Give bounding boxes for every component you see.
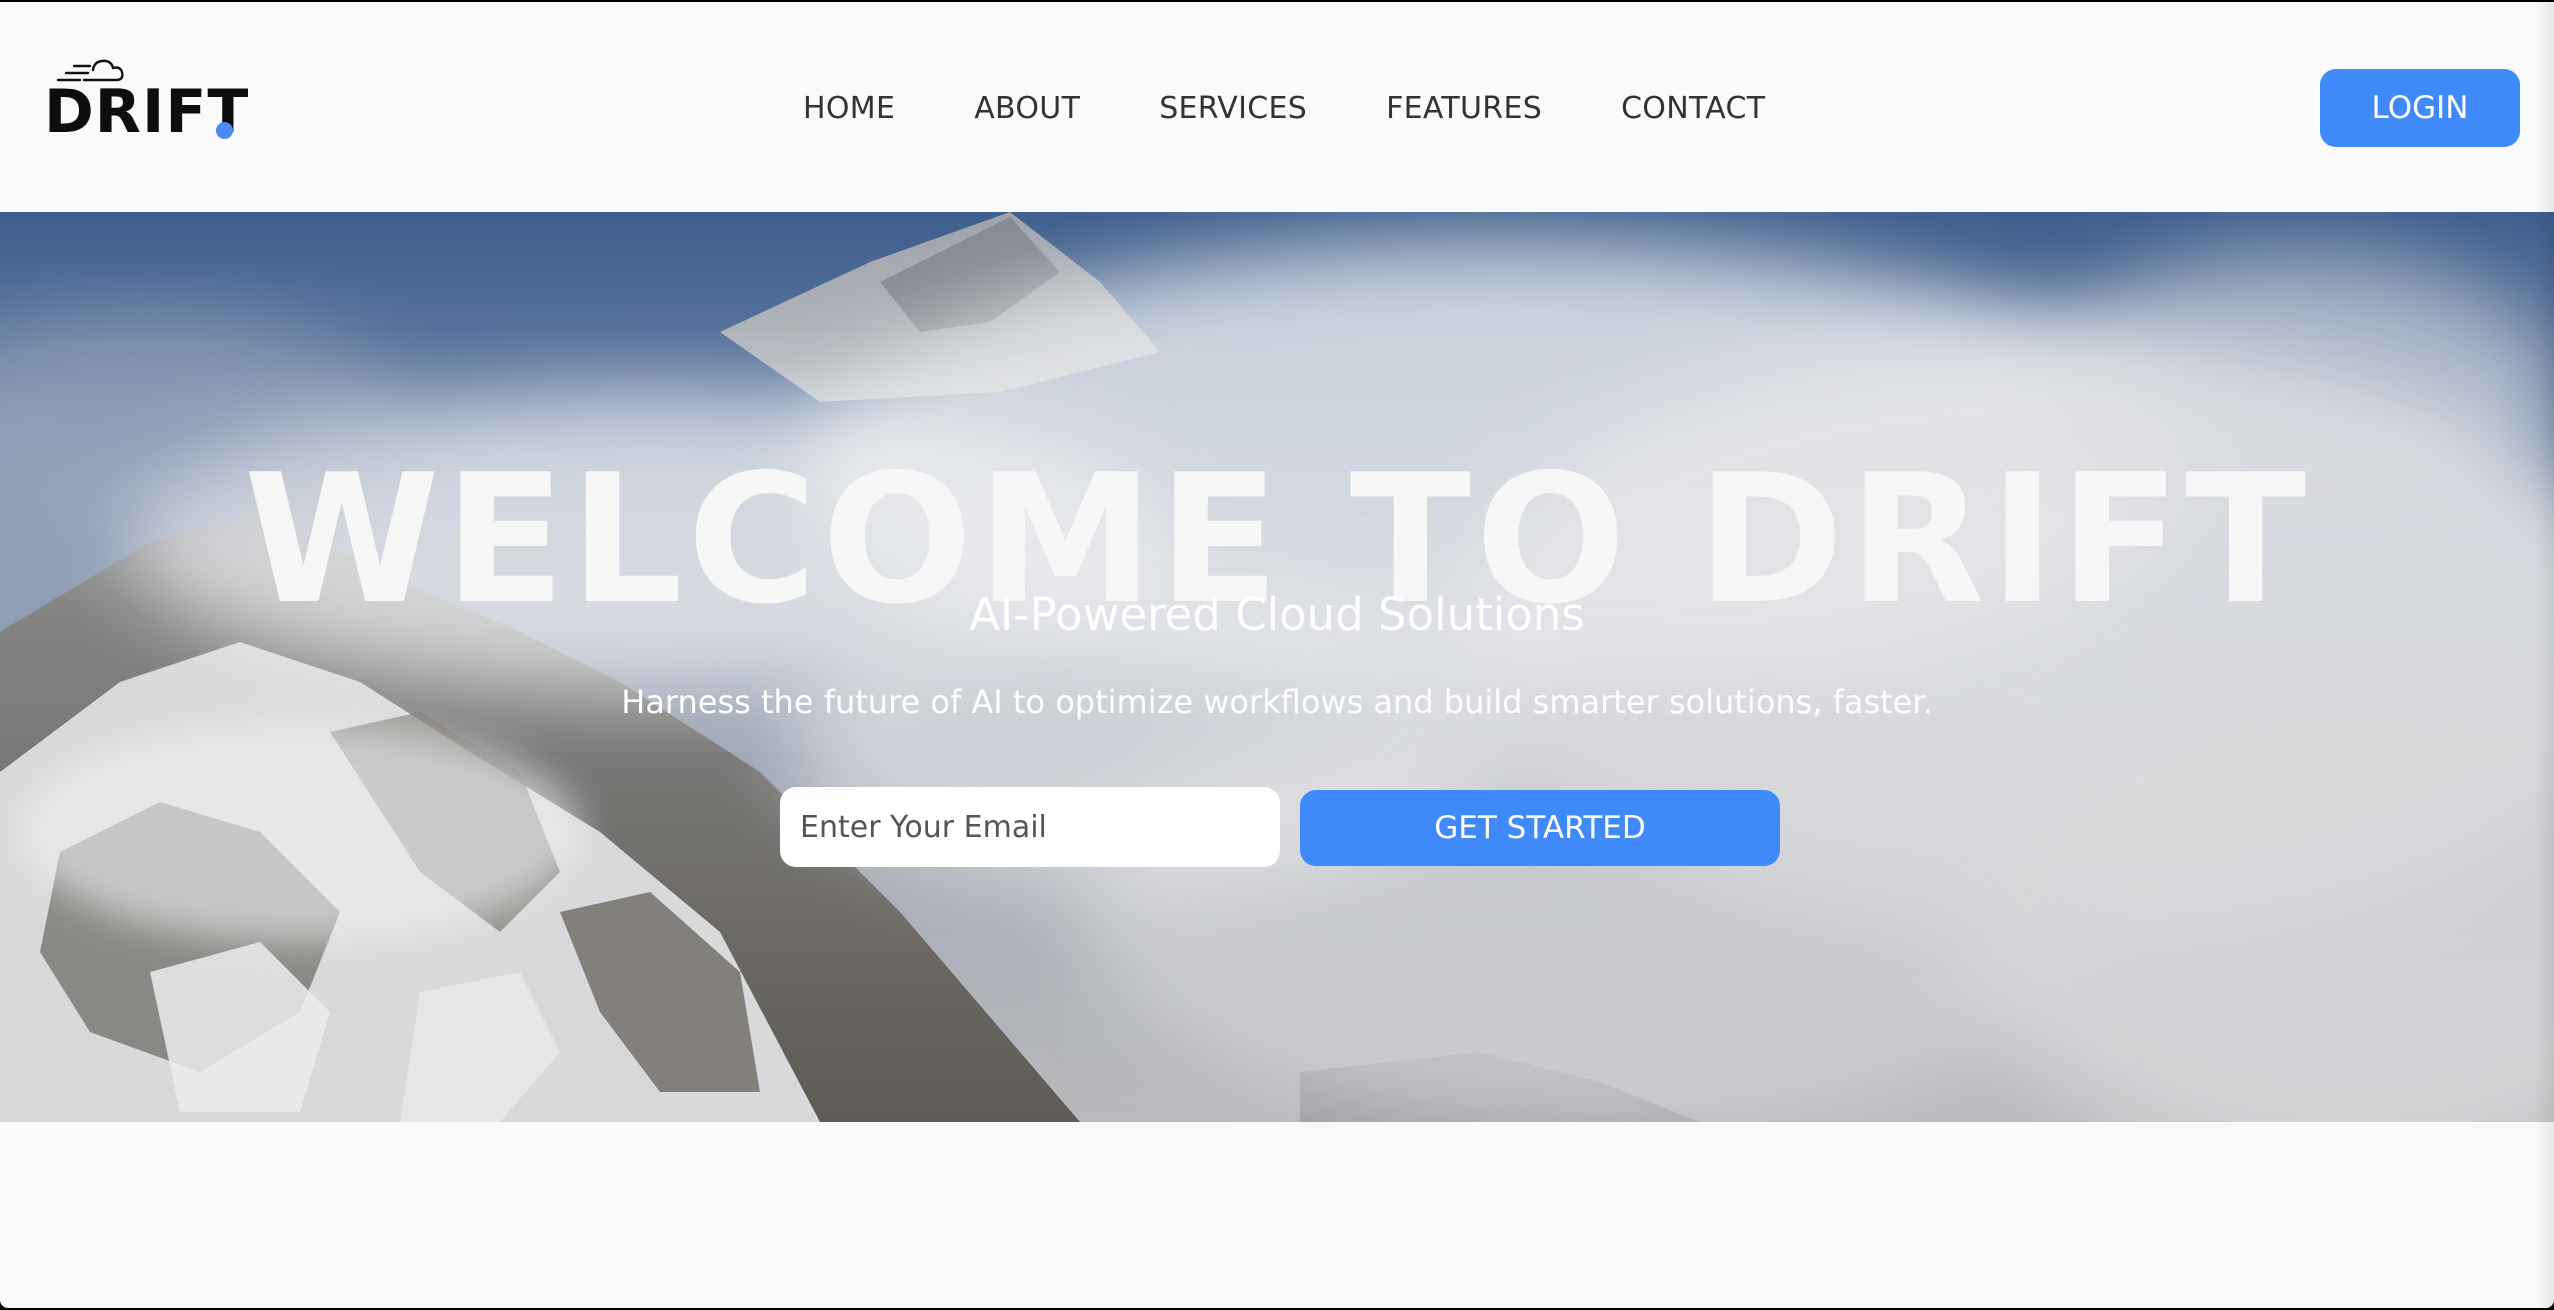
nav-link-home[interactable]: HOME bbox=[803, 91, 895, 126]
nav-link-features[interactable]: FEATURES bbox=[1386, 91, 1542, 126]
logo-dot bbox=[216, 122, 233, 139]
main-nav: HOME ABOUT SERVICES FEATURES CONTACT bbox=[803, 86, 1765, 130]
site-header: DRIFT HOME ABOUT SERVICES FEATURES CONTA… bbox=[0, 2, 2554, 212]
logo[interactable]: DRIFT bbox=[44, 54, 254, 154]
nav-link-services[interactable]: SERVICES bbox=[1159, 91, 1307, 126]
hero-section: WELCOME TO DRIFT AI-Powered Cloud Soluti… bbox=[0, 212, 2554, 1122]
get-started-button[interactable]: GET STARTED bbox=[1300, 790, 1780, 866]
hero-subtitle: AI-Powered Cloud Solutions bbox=[969, 588, 1585, 641]
email-input[interactable] bbox=[780, 787, 1280, 867]
login-button[interactable]: LOGIN bbox=[2320, 69, 2520, 147]
hero-background-image bbox=[0, 212, 2554, 1122]
nav-link-contact[interactable]: CONTACT bbox=[1621, 91, 1765, 126]
page: DRIFT HOME ABOUT SERVICES FEATURES CONTA… bbox=[0, 2, 2554, 1308]
nav-link-about[interactable]: ABOUT bbox=[974, 91, 1080, 126]
hero-description: Harness the future of AI to optimize wor… bbox=[621, 683, 1933, 721]
